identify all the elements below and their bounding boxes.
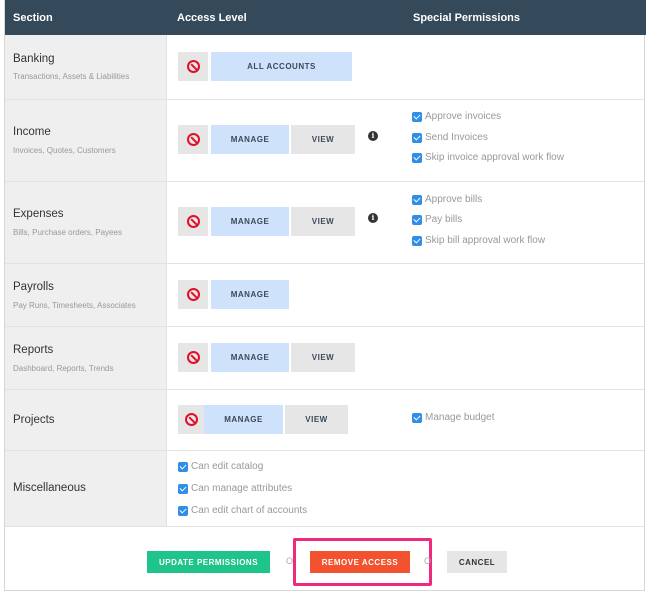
checkbox-checked-icon[interactable] xyxy=(412,235,422,246)
deny-button[interactable] xyxy=(178,405,204,434)
info-icon[interactable]: i xyxy=(368,131,378,141)
row-title: Miscellaneous xyxy=(13,482,86,494)
row-subtitle: Dashboard, Reports, Trends xyxy=(13,364,114,373)
row-income: Income Invoices, Quotes, Customers MANAG… xyxy=(5,100,644,182)
row-title: Payrolls xyxy=(13,281,54,293)
manage-button[interactable]: MANAGE xyxy=(204,405,283,434)
deny-button[interactable] xyxy=(178,207,208,236)
view-button[interactable]: VIEW xyxy=(291,125,355,154)
row-expenses: Expenses Bills, Purchase orders, Payees … xyxy=(5,182,644,264)
row-banking: Banking Transactions, Assets & Liabiliti… xyxy=(5,35,644,100)
no-entry-icon xyxy=(184,413,198,426)
all-accounts-button[interactable]: ALL ACCOUNTS xyxy=(211,52,352,81)
remove-access-button[interactable]: REMOVE ACCESS xyxy=(310,551,410,573)
perm-skip-bill-approval[interactable]: Skip bill approval work flow xyxy=(412,235,545,246)
deny-button[interactable] xyxy=(178,343,208,372)
perm-manage-attributes[interactable]: Can manage attributes xyxy=(178,483,292,494)
checkbox-checked-icon[interactable] xyxy=(412,132,422,143)
header-section: Section xyxy=(13,12,53,24)
checkbox-checked-icon[interactable] xyxy=(412,214,422,225)
permissions-panel: Section Access Level Special Permissions… xyxy=(4,0,646,591)
deny-button[interactable] xyxy=(178,52,208,81)
manage-button[interactable]: MANAGE xyxy=(211,280,289,309)
row-title: Reports xyxy=(13,344,54,356)
perm-manage-budget[interactable]: Manage budget xyxy=(412,412,495,423)
no-entry-icon xyxy=(186,60,200,73)
row-title: Income xyxy=(13,126,51,138)
perm-approve-bills[interactable]: Approve bills xyxy=(412,194,482,205)
view-button[interactable]: VIEW xyxy=(291,207,355,236)
update-permissions-button[interactable]: UPDATE PERMISSIONS xyxy=(147,551,270,573)
table-header: Section Access Level Special Permissions xyxy=(5,0,646,35)
checkbox-checked-icon[interactable] xyxy=(412,412,422,423)
perm-skip-invoice-approval[interactable]: Skip invoice approval work flow xyxy=(412,152,564,163)
row-subtitle: Transactions, Assets & Liabilities xyxy=(13,72,130,81)
row-subtitle: Pay Runs, Timesheets, Associates xyxy=(13,301,136,310)
view-button[interactable]: VIEW xyxy=(285,405,348,434)
row-title: Projects xyxy=(13,414,55,426)
no-entry-icon xyxy=(186,215,200,228)
cancel-button[interactable]: CANCEL xyxy=(447,551,507,573)
row-payrolls: Payrolls Pay Runs, Timesheets, Associate… xyxy=(5,264,644,327)
perm-approve-invoices[interactable]: Approve invoices xyxy=(412,111,501,122)
no-entry-icon xyxy=(186,351,200,364)
no-entry-icon xyxy=(186,288,200,301)
deny-button[interactable] xyxy=(178,280,208,309)
info-icon[interactable]: i xyxy=(368,213,378,223)
manage-button[interactable]: MANAGE xyxy=(211,207,289,236)
manage-button[interactable]: MANAGE xyxy=(211,125,289,154)
checkbox-checked-icon[interactable] xyxy=(412,111,422,122)
perm-send-invoices[interactable]: Send Invoices xyxy=(412,132,488,143)
row-subtitle: Invoices, Quotes, Customers xyxy=(13,146,116,155)
row-reports: Reports Dashboard, Reports, Trends MANAG… xyxy=(5,327,644,390)
deny-button[interactable] xyxy=(178,125,208,154)
checkbox-checked-icon[interactable] xyxy=(412,194,422,205)
or-separator: O xyxy=(286,556,294,566)
or-separator: O xyxy=(424,556,432,566)
row-projects: Projects MANAGE VIEW Manage budget xyxy=(5,390,644,451)
perm-edit-chart-of-accounts[interactable]: Can edit chart of accounts xyxy=(178,505,307,516)
header-special-permissions: Special Permissions xyxy=(413,12,520,24)
row-subtitle: Bills, Purchase orders, Payees xyxy=(13,228,122,237)
checkbox-checked-icon[interactable] xyxy=(178,483,188,494)
checkbox-checked-icon[interactable] xyxy=(412,152,422,163)
row-title: Banking xyxy=(13,53,55,65)
view-button[interactable]: VIEW xyxy=(291,343,355,372)
footer-actions: UPDATE PERMISSIONS O REMOVE ACCESS O CAN… xyxy=(5,527,644,590)
checkbox-checked-icon[interactable] xyxy=(178,461,188,472)
row-title: Expenses xyxy=(13,208,64,220)
checkbox-checked-icon[interactable] xyxy=(178,505,188,516)
header-access-level: Access Level xyxy=(177,12,247,24)
perm-pay-bills[interactable]: Pay bills xyxy=(412,214,462,225)
row-miscellaneous: Miscellaneous Can edit catalog Can manag… xyxy=(5,451,644,527)
perm-edit-catalog[interactable]: Can edit catalog xyxy=(178,461,263,472)
no-entry-icon xyxy=(186,133,200,146)
manage-button[interactable]: MANAGE xyxy=(211,343,289,372)
